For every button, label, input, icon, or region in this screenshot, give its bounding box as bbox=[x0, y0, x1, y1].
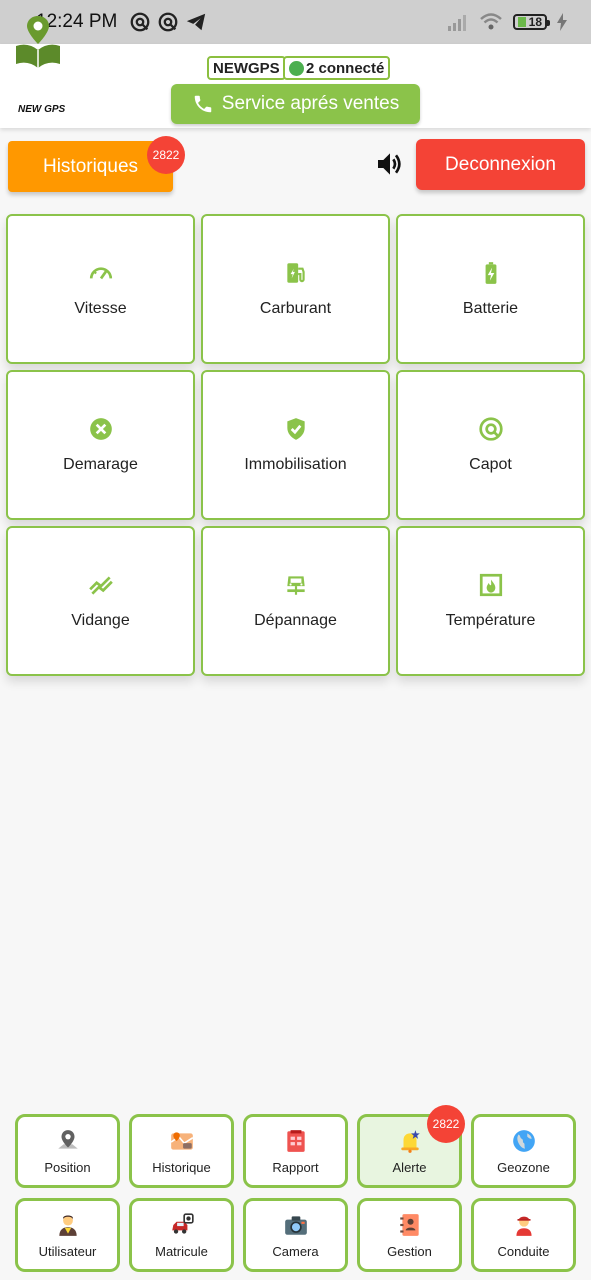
service-button-label: Service aprés ventes bbox=[221, 93, 400, 114]
fireplace-icon bbox=[479, 573, 502, 597]
signal-icon bbox=[447, 15, 466, 31]
alert-card-capot[interactable]: Capot bbox=[396, 370, 585, 520]
contacts-book-icon bbox=[399, 1213, 419, 1236]
connected-status: 2 connecté bbox=[283, 56, 391, 80]
map-history-icon bbox=[170, 1131, 193, 1150]
nav-label: Alerte bbox=[392, 1159, 427, 1175]
nav-geozone[interactable]: Geozone bbox=[471, 1114, 576, 1188]
charging-icon bbox=[557, 13, 567, 31]
alert-label: Capot bbox=[469, 456, 512, 473]
alert-card-vitesse[interactable]: Vitesse bbox=[6, 214, 195, 364]
alert-card-temperature[interactable]: Température bbox=[396, 526, 585, 676]
status-bar: 12:24 PM 18 bbox=[0, 0, 591, 44]
logo-text: NEW GPS bbox=[18, 104, 66, 115]
nav-gestion[interactable]: Gestion bbox=[357, 1198, 462, 1272]
report-icon bbox=[286, 1129, 305, 1152]
logo-icon bbox=[16, 16, 60, 68]
alert-label: Vidange bbox=[71, 612, 130, 629]
alert-card-carburant[interactable]: Carburant bbox=[201, 214, 390, 364]
alerte-badge: 2822 bbox=[427, 1105, 465, 1143]
alert-card-depannage[interactable]: Dépannage bbox=[201, 526, 390, 676]
nav-label: Matricule bbox=[155, 1243, 208, 1259]
user-icon bbox=[58, 1215, 77, 1236]
app-notification-icon-2 bbox=[158, 12, 178, 32]
alert-label: Température bbox=[445, 612, 536, 629]
alert-label: Carburant bbox=[259, 300, 332, 317]
alert-label: Dépannage bbox=[254, 612, 337, 629]
deconnexion-button[interactable]: Deconnexion bbox=[416, 139, 585, 190]
car-plate-icon bbox=[171, 1212, 194, 1234]
speedometer-icon bbox=[89, 267, 112, 280]
telegram-icon bbox=[187, 13, 206, 31]
historiques-badge: 2822 bbox=[147, 136, 185, 174]
alert-label: Demarage bbox=[63, 456, 138, 473]
nav-label: Gestion bbox=[387, 1243, 432, 1259]
nav-conduite[interactable]: Conduite bbox=[471, 1198, 576, 1272]
nav-label: Camera bbox=[272, 1243, 319, 1259]
alert-card-batterie[interactable]: Batterie bbox=[396, 214, 585, 364]
alert-label: Vitesse bbox=[74, 300, 127, 317]
nav-label: Historique bbox=[152, 1159, 211, 1175]
alert-card-immobilisation[interactable]: Immobilisation bbox=[201, 370, 390, 520]
fuel-icon bbox=[286, 263, 305, 283]
tow-truck-icon bbox=[286, 576, 305, 595]
alarm-bell-icon bbox=[400, 1129, 420, 1153]
volume-icon[interactable] bbox=[374, 148, 406, 180]
battery-level: 18 bbox=[528, 15, 542, 29]
brand-label: NEWGPS bbox=[207, 56, 286, 80]
nav-position[interactable]: Position bbox=[15, 1114, 120, 1188]
alert-card-vidange[interactable]: Vidange bbox=[6, 526, 195, 676]
bottom-nav: Position Historique Rapport Alerte Geozo… bbox=[15, 1114, 577, 1272]
cancel-circle-icon bbox=[89, 418, 112, 440]
service-button[interactable]: Service aprés ventes bbox=[171, 84, 420, 124]
camera-icon bbox=[284, 1215, 307, 1235]
alert-label: Immobilisation bbox=[244, 456, 347, 473]
historiques-label: Historiques bbox=[42, 155, 139, 177]
target-icon bbox=[478, 417, 503, 441]
wifi-icon bbox=[479, 13, 502, 30]
alert-card-demarage[interactable]: Demarage bbox=[6, 370, 195, 520]
nav-matricule[interactable]: Matricule bbox=[129, 1198, 234, 1272]
alert-label: Batterie bbox=[462, 300, 519, 317]
nav-label: Rapport bbox=[272, 1159, 319, 1175]
phone-icon bbox=[194, 95, 212, 113]
battery-charging-icon bbox=[485, 262, 496, 284]
alert-grid: Vitesse Carburant Batterie Demarage Immo… bbox=[6, 214, 586, 676]
deconnexion-label: Deconnexion bbox=[445, 153, 556, 175]
nav-historique[interactable]: Historique bbox=[129, 1114, 234, 1188]
globe-icon bbox=[512, 1129, 535, 1152]
connected-dot-icon bbox=[289, 60, 304, 76]
app-notification-icon bbox=[130, 12, 150, 32]
map-pin-icon bbox=[57, 1129, 78, 1149]
nav-label: Conduite bbox=[497, 1243, 550, 1259]
connected-count: 2 connecté bbox=[306, 59, 385, 77]
shield-check-icon bbox=[286, 418, 305, 440]
nav-label: Utilisateur bbox=[38, 1243, 97, 1259]
battery-indicator: 18 bbox=[512, 14, 551, 30]
nav-utilisateur[interactable]: Utilisateur bbox=[15, 1198, 120, 1272]
nav-camera[interactable]: Camera bbox=[243, 1198, 348, 1272]
nav-label: Position bbox=[44, 1159, 91, 1175]
trend-lines-icon bbox=[88, 576, 113, 595]
nav-rapport[interactable]: Rapport bbox=[243, 1114, 348, 1188]
driver-icon bbox=[515, 1216, 532, 1236]
nav-label: Geozone bbox=[497, 1159, 550, 1175]
